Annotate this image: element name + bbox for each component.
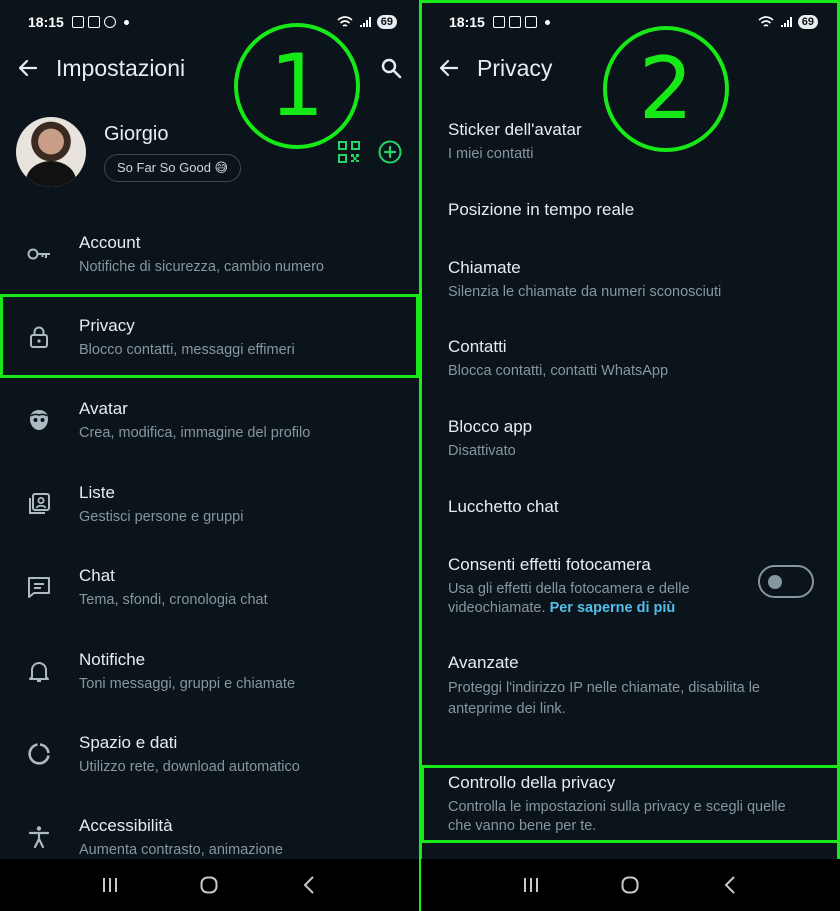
notification-icons bbox=[71, 16, 129, 28]
settings-item-subtitle: Aumenta contrasto, animazione bbox=[79, 842, 283, 859]
bell-icon bbox=[26, 658, 52, 684]
settings-item-title: Accessibilità bbox=[79, 816, 173, 836]
settings-item-lists[interactable]: Liste Gestisci persone e gruppi bbox=[0, 462, 419, 545]
settings-item-account[interactable]: Account Notifiche di sicurezza, cambio nu… bbox=[0, 212, 419, 295]
right-panel-frame bbox=[421, 0, 840, 911]
accessibility-icon bbox=[26, 824, 52, 850]
status-time: 18:15 bbox=[28, 14, 64, 30]
home-icon[interactable] bbox=[618, 873, 642, 897]
battery-indicator: 69 bbox=[376, 15, 397, 29]
key-icon bbox=[26, 241, 52, 267]
settings-item-avatar[interactable]: Avatar Crea, modifica, immagine del profi… bbox=[0, 379, 419, 462]
search-icon[interactable] bbox=[379, 56, 403, 80]
recent-apps-icon[interactable] bbox=[519, 873, 543, 897]
settings-item-subtitle: Gestisci persone e gruppi bbox=[79, 508, 244, 525]
wifi-icon bbox=[337, 16, 353, 27]
chat-icon bbox=[26, 574, 52, 600]
home-icon[interactable] bbox=[197, 873, 221, 897]
settings-item-title: Spazio e dati bbox=[79, 733, 178, 753]
profile-name: Giorgio bbox=[104, 122, 169, 145]
calendar-notification-icon bbox=[71, 16, 84, 28]
profile-header[interactable]: Giorgio So Far So Good 😅 bbox=[16, 112, 403, 192]
nav-back-icon[interactable] bbox=[718, 873, 742, 897]
settings-item-title: Avatar bbox=[79, 399, 128, 419]
page-title: Impostazioni bbox=[56, 54, 186, 81]
linkedin-notification-icon bbox=[87, 16, 100, 28]
slack-notification-icon bbox=[103, 16, 116, 28]
settings-item-chat[interactable]: Chat Tema, sfondi, cronologia chat bbox=[0, 546, 419, 629]
settings-item-subtitle: Tema, sfondi, cronologia chat bbox=[79, 592, 268, 609]
settings-item-title: Account bbox=[79, 232, 141, 252]
nav-back-icon[interactable] bbox=[297, 873, 321, 897]
avatar-face-icon bbox=[26, 407, 52, 433]
system-nav-bar bbox=[421, 859, 840, 911]
data-usage-icon bbox=[26, 741, 52, 767]
settings-screen: 18:15 69 Impostazioni 1 Giorgio So Far S… bbox=[0, 0, 419, 911]
status-bar: 18:15 69 bbox=[0, 0, 419, 44]
recent-apps-icon[interactable] bbox=[98, 873, 122, 897]
settings-item-subtitle: Toni messaggi, gruppi e chiamate bbox=[79, 675, 296, 692]
settings-item-notifications[interactable]: Notifiche Toni messaggi, gruppi e chiamat… bbox=[0, 629, 419, 712]
privacy-screen: 18:15 69 Privacy 2 Sticker dell'avatar I… bbox=[421, 0, 840, 911]
avatar[interactable] bbox=[16, 117, 86, 187]
profile-status-chip[interactable]: So Far So Good 😅 bbox=[104, 153, 242, 182]
settings-item-title: Liste bbox=[79, 482, 115, 502]
settings-item-title: Chat bbox=[79, 566, 115, 586]
settings-item-subtitle: Notifiche di sicurezza, cambio numero bbox=[79, 258, 324, 275]
more-notifications-icon bbox=[123, 19, 129, 25]
contact-card-icon bbox=[26, 491, 52, 517]
settings-item-subtitle: Utilizzo rete, download automatico bbox=[79, 759, 300, 776]
add-circle-icon[interactable] bbox=[377, 139, 403, 165]
settings-item-storage[interactable]: Spazio e dati Utilizzo rete, download aut… bbox=[0, 712, 419, 795]
qr-code-icon[interactable] bbox=[337, 140, 361, 164]
settings-item-title: Notifiche bbox=[79, 649, 146, 669]
privacy-highlight-box bbox=[0, 294, 419, 378]
signal-icon bbox=[359, 17, 371, 27]
back-arrow-icon[interactable] bbox=[16, 56, 40, 80]
system-nav-bar bbox=[0, 859, 419, 911]
settings-item-subtitle: Crea, modifica, immagine del profilo bbox=[79, 425, 311, 442]
